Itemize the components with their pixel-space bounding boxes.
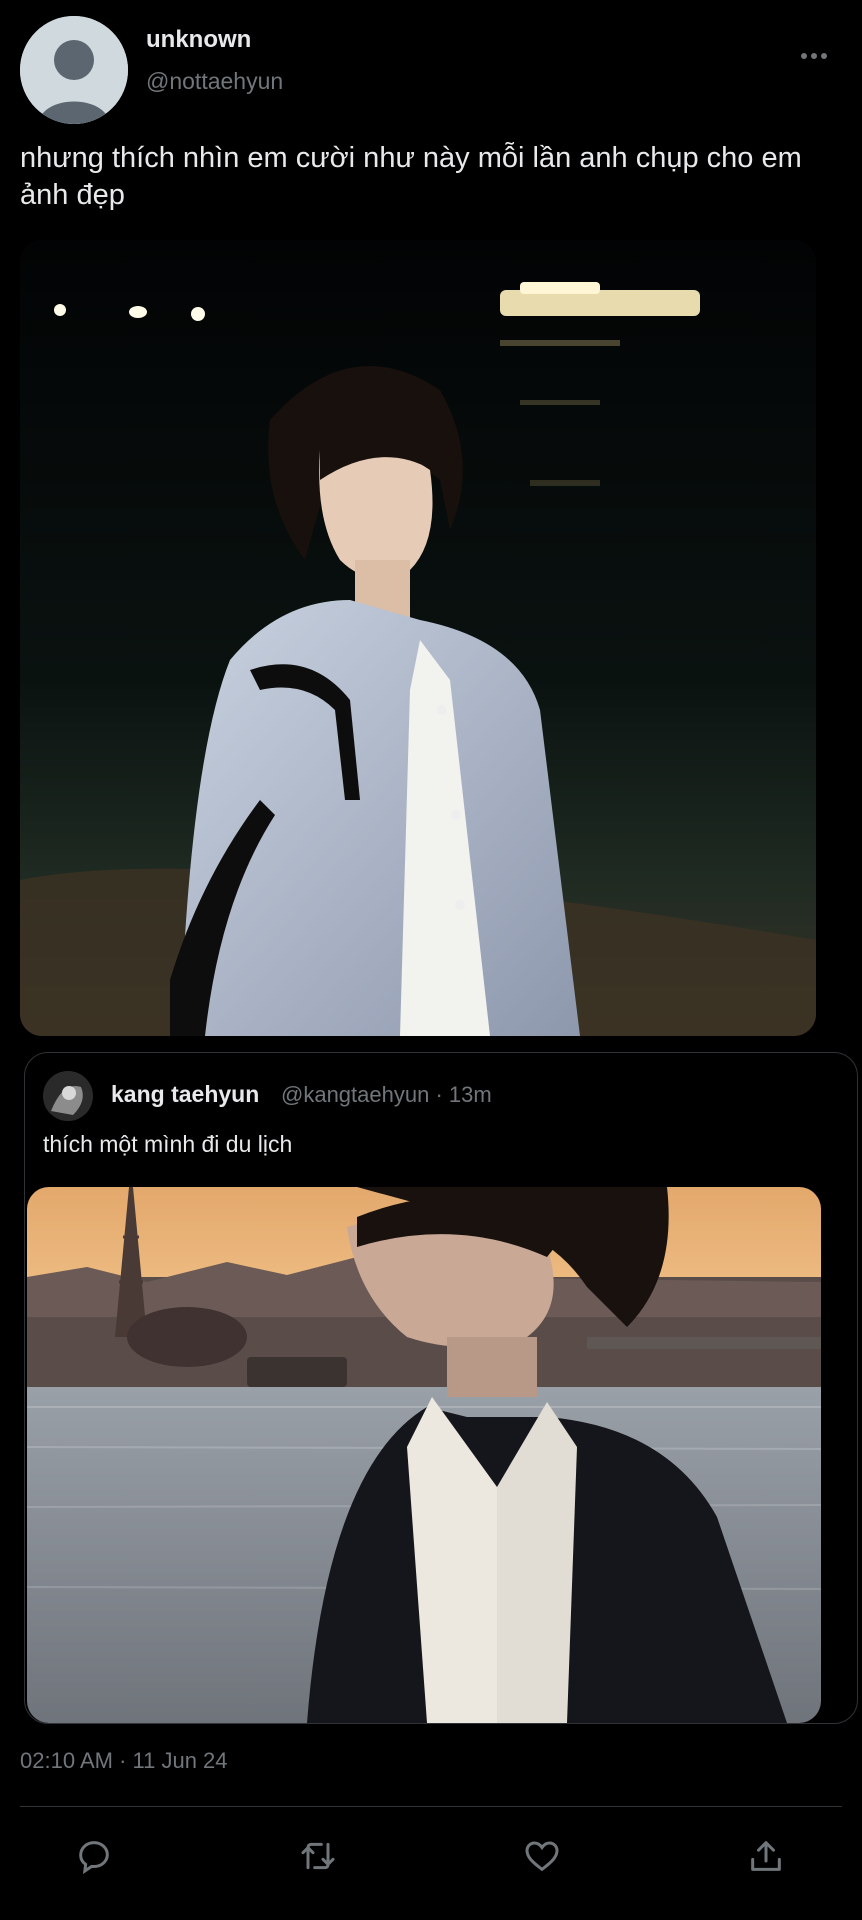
share-icon bbox=[751, 1841, 781, 1871]
quoted-photo[interactable] bbox=[27, 1187, 821, 1723]
retweet-button[interactable] bbox=[294, 1832, 342, 1880]
quoted-avatar[interactable] bbox=[43, 1071, 93, 1121]
reply-icon bbox=[79, 1841, 109, 1875]
default-avatar-icon bbox=[20, 16, 128, 124]
tweet-actions bbox=[0, 1826, 862, 1886]
retweet-icon bbox=[301, 1842, 335, 1870]
tweet-timestamp[interactable]: 02:10 AM · 11 Jun 24 bbox=[20, 1748, 228, 1774]
tweet-header: unknown @nottaehyun bbox=[20, 16, 842, 126]
tweet-photo[interactable] bbox=[20, 240, 816, 1036]
reply-button[interactable] bbox=[70, 1832, 118, 1880]
quoted-meta: @kangtaehyun · 13m bbox=[281, 1082, 492, 1107]
divider bbox=[20, 1806, 842, 1807]
share-button[interactable] bbox=[742, 1832, 790, 1880]
author-display-name[interactable]: unknown bbox=[146, 26, 251, 54]
tweet-text: nhưng thích nhìn em cười như này mỗi lần… bbox=[20, 142, 802, 211]
author-handle[interactable]: @nottaehyun bbox=[146, 68, 283, 95]
like-button[interactable] bbox=[518, 1832, 566, 1880]
quoted-text: thích một mình đi du lịch bbox=[43, 1131, 293, 1157]
avatar[interactable] bbox=[20, 16, 128, 124]
quoted-display-name[interactable]: kang taehyun bbox=[111, 1081, 259, 1108]
quoted-tweet[interactable]: kang taehyun @kangtaehyun · 13m thích mộ… bbox=[24, 1052, 858, 1724]
more-dots-icon[interactable] bbox=[794, 44, 834, 68]
like-icon bbox=[525, 1841, 559, 1872]
